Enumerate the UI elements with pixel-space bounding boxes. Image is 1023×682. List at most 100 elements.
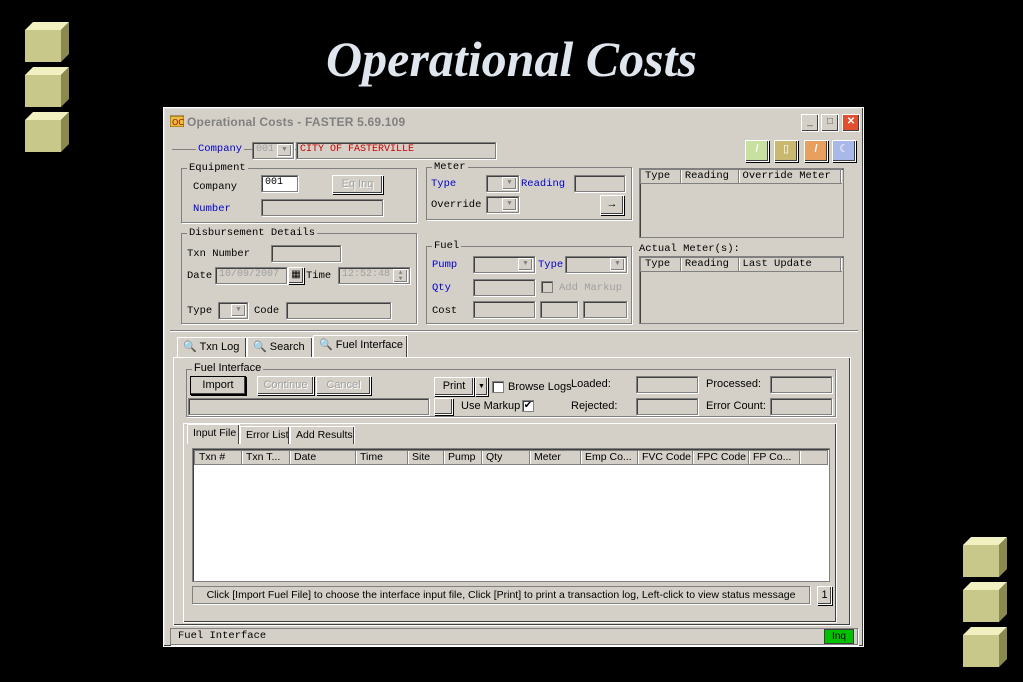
cancel-button[interactable]: Cancel xyxy=(316,376,371,395)
add-markup-label: Add Markup xyxy=(559,282,623,294)
tab-add-results[interactable]: Add Results xyxy=(290,426,355,444)
fuel-type-select[interactable]: ▼ xyxy=(565,256,627,273)
eq-inq-button[interactable]: Eq Inq xyxy=(332,175,383,194)
meter-table-header: Type Reading Override Meter xyxy=(640,169,842,184)
company-code-select[interactable]: 001 ▼ xyxy=(252,142,294,159)
close-button[interactable]: ✕ xyxy=(842,114,860,132)
column-header[interactable]: Date xyxy=(290,451,356,464)
chevron-down-icon: ▼ xyxy=(502,177,517,190)
error-count-label: Error Count: xyxy=(706,400,766,412)
equipment-number-input[interactable] xyxy=(261,199,383,216)
column-header[interactable]: FPC Code xyxy=(693,451,749,464)
loaded-label: Loaded: xyxy=(571,378,611,390)
meter-type-select[interactable]: ▼ xyxy=(486,175,519,192)
rejected-value xyxy=(636,398,698,415)
calendar-icon[interactable]: ▦ xyxy=(288,267,304,284)
print-dropdown[interactable]: ▼ xyxy=(475,377,488,396)
use-markup-checkbox[interactable]: ✔ xyxy=(522,400,534,412)
browse-logs-checkbox[interactable] xyxy=(492,381,504,393)
pencil-icon[interactable]: / xyxy=(745,140,769,162)
tab-input-file[interactable]: Input File xyxy=(187,424,240,444)
tab-fuel-interface[interactable]: 🔍 Fuel Interface xyxy=(313,335,408,358)
actual-meters-header: Type Reading Last Update xyxy=(640,257,842,272)
equipment-group-label: Equipment xyxy=(187,162,248,174)
meter-table[interactable]: Type Reading Override Meter xyxy=(639,168,844,238)
hint-bar[interactable]: Click [Import Fuel File] to choose the i… xyxy=(192,586,810,604)
tab-label: Txn Log xyxy=(199,341,240,353)
column-header[interactable]: FVC Code xyxy=(638,451,693,464)
meter-override-label: Override xyxy=(431,199,482,211)
input-file-grid[interactable]: Txn # Txn T... Date Time Site Pump Qty M… xyxy=(192,448,830,582)
date-input[interactable]: 10/09/2007 xyxy=(215,267,287,284)
edit-icon[interactable]: / xyxy=(804,140,828,162)
meter-reading-label: Reading xyxy=(521,178,566,190)
cost-field-3[interactable] xyxy=(583,301,627,318)
chevron-down-icon: ▼ xyxy=(277,144,292,157)
cube-decoration xyxy=(963,537,1007,577)
disbursement-type-label: Type xyxy=(187,305,213,317)
company-code-value: 001 xyxy=(256,144,275,155)
moon-icon[interactable]: ☾ xyxy=(832,140,856,162)
code-input[interactable] xyxy=(286,302,391,319)
meter-reading-input[interactable] xyxy=(574,175,625,192)
grid-header: Txn # Txn T... Date Time Site Pump Qty M… xyxy=(194,450,828,465)
equipment-company-input[interactable]: 001 xyxy=(261,175,298,192)
cube-decoration xyxy=(25,67,69,107)
pump-select[interactable]: ▼ xyxy=(473,256,535,273)
continue-button[interactable]: Continue xyxy=(257,376,314,395)
txn-number-input[interactable] xyxy=(271,245,341,262)
tab-error-list[interactable]: Error List xyxy=(240,426,290,444)
print-button[interactable]: Print xyxy=(434,377,474,396)
disbursement-group-label: Disbursement Details xyxy=(187,227,318,239)
column-header[interactable]: Meter xyxy=(530,451,581,464)
import-button[interactable]: Import xyxy=(190,376,246,395)
column-header[interactable]: Last Update xyxy=(739,258,841,271)
app-icon: OC xyxy=(170,115,184,127)
arrow-right-icon[interactable]: → xyxy=(600,195,624,215)
tab-txn-log[interactable]: 🔍 Txn Log xyxy=(177,337,247,357)
notes-icon[interactable]: ▯ xyxy=(774,140,798,162)
column-header[interactable]: Txn # xyxy=(195,451,242,464)
actual-meters-label: Actual Meter(s): xyxy=(639,243,740,255)
processed-value xyxy=(770,376,832,393)
minimize-button[interactable]: _ xyxy=(801,114,819,132)
cost-field-2[interactable] xyxy=(540,301,578,318)
chevron-down-icon: ▼ xyxy=(502,198,517,211)
column-header[interactable]: Override Meter xyxy=(739,170,841,183)
column-header[interactable]: Time xyxy=(356,451,408,464)
qty-input[interactable] xyxy=(473,279,535,296)
app-window: OC Operational Costs - FASTER 5.69.109 _… xyxy=(163,107,864,647)
chevron-down-icon: ▼ xyxy=(518,258,533,271)
add-markup-checkbox[interactable] xyxy=(541,281,553,293)
equipment-company-label: Company xyxy=(193,181,238,193)
tab-label: Search xyxy=(269,341,305,353)
column-header[interactable]: Emp Co... xyxy=(581,451,638,464)
column-header[interactable]: Site xyxy=(408,451,444,464)
column-header[interactable]: Type xyxy=(641,258,681,271)
column-header[interactable]: Reading xyxy=(681,170,739,183)
column-header[interactable]: Pump xyxy=(444,451,482,464)
meter-override-select[interactable]: ▼ xyxy=(486,196,519,213)
spinner-icon[interactable]: ▲ ▼ xyxy=(393,269,408,283)
txn-number-label: Txn Number xyxy=(187,248,251,260)
column-header[interactable]: Type xyxy=(641,170,681,183)
maximize-button[interactable]: □ xyxy=(821,114,839,132)
column-header[interactable]: Txn T... xyxy=(242,451,290,464)
column-header[interactable]: Qty xyxy=(482,451,530,464)
slide-title: Operational Costs xyxy=(326,31,697,87)
page-indicator[interactable]: 1 xyxy=(817,586,832,605)
search-icon: 🔍 xyxy=(253,341,267,353)
disbursement-type-select[interactable]: ▼ xyxy=(218,302,248,319)
loaded-value xyxy=(636,376,698,393)
tab-label: Fuel Interface xyxy=(335,339,404,351)
time-input[interactable]: 12:52:48 ▲ ▼ xyxy=(338,267,410,284)
markup-button[interactable] xyxy=(434,398,453,415)
time-label: Time xyxy=(306,270,332,282)
column-header[interactable]: FP Co... xyxy=(749,451,800,464)
column-header[interactable]: Reading xyxy=(681,258,739,271)
status-message-field xyxy=(188,398,429,415)
actual-meters-table[interactable]: Type Reading Last Update xyxy=(639,256,844,324)
tab-search[interactable]: 🔍 Search xyxy=(247,337,313,357)
cost-input[interactable] xyxy=(473,301,535,318)
error-count-value xyxy=(770,398,832,415)
